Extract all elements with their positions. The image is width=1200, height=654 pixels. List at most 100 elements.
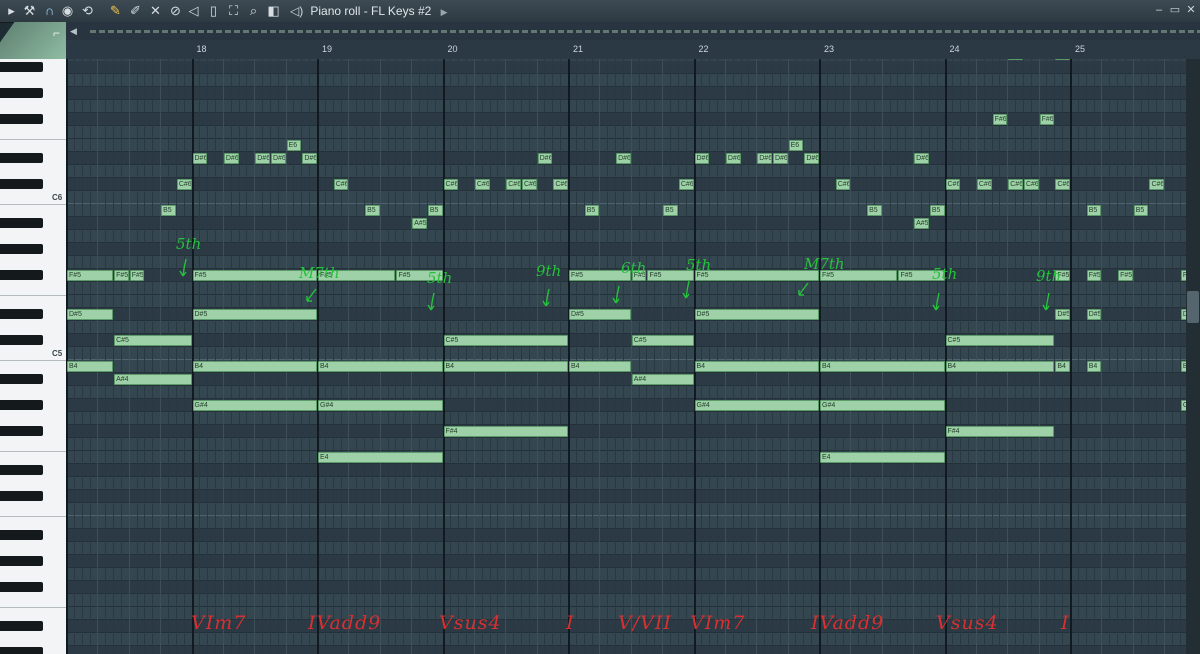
note[interactable]: G#4 (820, 400, 945, 411)
note[interactable]: B4 (820, 361, 945, 372)
note[interactable]: D#6 (223, 153, 239, 164)
note-grid[interactable]: F#7C#7B6B6F#6F#6E6E6D#6D#6D#6D#6D#6D#6D#… (66, 59, 1186, 654)
note[interactable]: G#4 (192, 400, 317, 411)
note[interactable]: A#5 (914, 218, 929, 229)
zoom-icon[interactable]: ⛶ (226, 3, 241, 18)
note[interactable]: C#6 (678, 179, 694, 190)
speaker-icon[interactable]: ◧ (266, 3, 281, 18)
note[interactable]: B4 (569, 361, 631, 372)
note[interactable]: B5 (1086, 205, 1102, 216)
black-key[interactable] (0, 621, 43, 631)
note[interactable]: C#6 (506, 179, 521, 190)
note[interactable]: C#5 (945, 335, 1055, 346)
window-title[interactable]: ◁) Piano roll - FL Keys #2 ▶ (290, 2, 448, 20)
note[interactable]: B4 (443, 361, 568, 372)
note[interactable]: D#6 (537, 153, 553, 164)
scroll-thumb[interactable] (1187, 291, 1199, 323)
note[interactable]: A#4 (114, 374, 192, 385)
vertical-scrollbar[interactable] (1186, 59, 1200, 654)
black-key[interactable] (0, 426, 43, 436)
timeline-ruler[interactable]: 181920212223242526 (66, 40, 1200, 60)
minimize-button[interactable]: – (1152, 3, 1166, 17)
note[interactable]: G#4 (318, 400, 443, 411)
note[interactable]: D#6 (255, 153, 270, 164)
note[interactable]: D#6 (270, 153, 286, 164)
note[interactable]: F#5 (1118, 270, 1133, 281)
note[interactable]: D#5 (67, 309, 114, 320)
note[interactable]: D#6 (772, 153, 788, 164)
note[interactable]: E6 (286, 140, 302, 151)
note[interactable]: B4 (192, 361, 317, 372)
note-tool-corner[interactable]: ⌐ (0, 22, 66, 59)
stop-circle-icon[interactable]: ⟲ (80, 3, 95, 18)
pattern-overview[interactable]: ◀ (66, 22, 1200, 41)
note[interactable]: F#5 (1086, 270, 1102, 281)
note[interactable]: B6 (1055, 59, 1070, 60)
note[interactable]: E4 (318, 452, 443, 463)
black-key[interactable] (0, 400, 43, 410)
note[interactable]: C#6 (1149, 179, 1165, 190)
note[interactable]: B5 (161, 205, 176, 216)
note[interactable]: F#6 (992, 114, 1008, 125)
black-key[interactable] (0, 270, 43, 280)
note[interactable]: C#6 (945, 179, 961, 190)
black-key[interactable] (0, 465, 43, 475)
maximize-button[interactable]: ▭ (1168, 3, 1182, 17)
note[interactable]: C#5 (631, 335, 694, 346)
note[interactable]: C#5 (114, 335, 192, 346)
note[interactable]: C#5 (443, 335, 568, 346)
close-button[interactable]: ✕ (1184, 3, 1198, 17)
black-key[interactable] (0, 179, 43, 189)
note[interactable]: B5 (1133, 205, 1149, 216)
note[interactable]: D#5 (694, 309, 819, 320)
note[interactable]: D#6 (616, 153, 631, 164)
note[interactable]: D#6 (192, 153, 208, 164)
playback-icon[interactable]: ⌕ (246, 3, 261, 18)
pencil-icon[interactable]: ✎ (108, 3, 123, 18)
note[interactable]: C#6 (1055, 179, 1070, 190)
note[interactable]: D#6 (757, 153, 772, 164)
note[interactable]: D#6 (804, 153, 819, 164)
magnet-icon[interactable]: ∩ (42, 3, 57, 18)
black-key[interactable] (0, 218, 43, 228)
select-icon[interactable]: ▯ (206, 3, 221, 18)
note[interactable]: F#4 (443, 426, 568, 437)
note[interactable]: F#4 (945, 426, 1055, 437)
note[interactable]: D#5 (569, 309, 631, 320)
note[interactable]: C#6 (1023, 179, 1039, 190)
black-key[interactable] (0, 153, 43, 163)
note[interactable]: B6 (1008, 59, 1023, 60)
note[interactable]: B5 (584, 205, 600, 216)
delete-icon[interactable]: ✕ (148, 3, 163, 18)
black-key[interactable] (0, 582, 43, 592)
note[interactable]: E6 (788, 140, 804, 151)
note[interactable]: F#6 (1039, 114, 1055, 125)
note[interactable]: C#6 (443, 179, 459, 190)
scroll-left-icon[interactable]: ◀ (70, 25, 80, 37)
note[interactable]: F#5 (114, 270, 129, 281)
note[interactable]: A#5 (412, 218, 427, 229)
note[interactable]: D#5 (192, 309, 317, 320)
note[interactable]: F#5 (694, 270, 819, 281)
black-key[interactable] (0, 374, 43, 384)
note[interactable]: D#6 (725, 153, 741, 164)
note[interactable]: D#5 (1055, 309, 1070, 320)
black-key[interactable] (0, 647, 43, 654)
note[interactable]: A#4 (631, 374, 694, 385)
note[interactable]: C#6 (521, 179, 537, 190)
note[interactable]: C#6 (976, 179, 992, 190)
note[interactable]: C#6 (176, 179, 192, 190)
note[interactable]: B5 (365, 205, 380, 216)
note[interactable]: B5 (929, 205, 945, 216)
slice-icon[interactable]: ◁ (186, 3, 201, 18)
note[interactable]: B4 (1055, 361, 1070, 372)
play-arrow-icon[interactable]: ▸ (4, 3, 19, 18)
note[interactable]: B4 (694, 361, 819, 372)
note[interactable]: B5 (867, 205, 882, 216)
record-circle-icon[interactable]: ◉ (60, 3, 75, 18)
black-key[interactable] (0, 556, 43, 566)
black-key[interactable] (0, 309, 43, 319)
black-key[interactable] (0, 244, 43, 254)
black-key[interactable] (0, 491, 43, 501)
paint-icon[interactable]: ✐ (128, 3, 143, 18)
